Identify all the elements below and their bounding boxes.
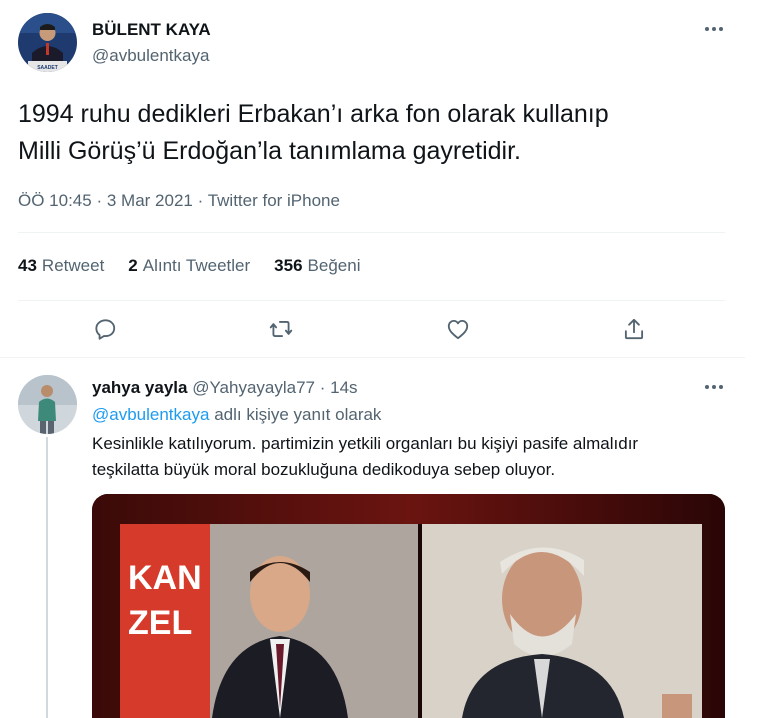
reply-text-line-2: teşkilatta büyük moral bozukluğuna dedik… xyxy=(92,460,556,479)
replying-to: @avbulentkaya adlı kişiye yanıt olarak xyxy=(92,405,381,425)
reply-text-line-1: Kesinlikle katılıyorum. partimizin yetki… xyxy=(92,434,639,453)
avatar-badge-text: SAADET xyxy=(37,65,58,71)
media-image: KAN ZEL xyxy=(92,494,725,718)
author-avatar-image: SAADET xyxy=(18,13,77,72)
share-icon xyxy=(624,318,644,340)
media-caption-1: KAN xyxy=(128,559,202,597)
retweet-count-label: Retweet xyxy=(41,256,105,275)
share-button[interactable] xyxy=(621,316,651,346)
tweet-stats: 43 Retweet 2 Alıntı Tweetler 356 Beğeni xyxy=(18,256,384,276)
meta-separator: · xyxy=(319,378,326,397)
author-handle[interactable]: @avbulentkaya xyxy=(92,46,209,66)
author-name[interactable]: BÜLENT KAYA xyxy=(92,20,211,40)
reply-avatar-image xyxy=(18,375,77,434)
reply-author-handle[interactable]: @Yahyayayla77 xyxy=(192,378,315,397)
like-button[interactable] xyxy=(445,316,475,346)
like-count-label: Beğeni xyxy=(307,256,361,275)
tweet-source[interactable]: Twitter for iPhone xyxy=(208,191,340,210)
tweet-actions xyxy=(0,310,745,350)
reply-button[interactable] xyxy=(92,316,122,346)
replying-to-label: adlı kişiye yanıt olarak xyxy=(214,405,382,424)
tweet-text-line-2: Milli Görüş’ü Erdoğan’la tanımlama gayre… xyxy=(18,137,521,165)
like-count[interactable]: 356 Beğeni xyxy=(274,256,360,276)
quote-count-value: 2 xyxy=(128,256,138,275)
retweet-count[interactable]: 43 Retweet xyxy=(18,256,104,276)
divider xyxy=(18,300,725,301)
tweet-metadata: ÖÖ 10:45 · 3 Mar 2021 · Twitter for iPho… xyxy=(18,191,340,211)
reply-header: yahya yayla @Yahyayayla77 · 14s xyxy=(92,378,358,398)
reply-more-options-icon[interactable] xyxy=(699,377,729,397)
retweet-icon xyxy=(269,321,293,337)
quote-count[interactable]: 2 Alıntı Tweetler xyxy=(128,256,250,276)
divider xyxy=(18,232,725,233)
quote-count-label: Alıntı Tweetler xyxy=(142,256,251,275)
like-count-value: 356 xyxy=(274,256,303,275)
main-tweet: SAADET BÜLENT KAYA @avbulentkaya 1994 ru… xyxy=(0,0,745,358)
reply-icon xyxy=(95,319,116,340)
like-icon xyxy=(447,319,469,340)
media-caption-2: ZEL xyxy=(128,604,192,642)
reply-time[interactable]: 14s xyxy=(330,378,357,397)
reply-text: Kesinlikle katılıyorum. partimizin yetki… xyxy=(92,431,732,483)
reply-author-name[interactable]: yahya yayla xyxy=(92,378,187,397)
retweet-count-value: 43 xyxy=(18,256,37,275)
author-avatar[interactable]: SAADET xyxy=(18,13,77,72)
more-options-icon[interactable] xyxy=(699,19,729,39)
reply-author-avatar[interactable] xyxy=(18,375,77,434)
replying-to-link[interactable]: @avbulentkaya xyxy=(92,405,209,424)
thread-line xyxy=(46,437,48,718)
meta-separator: · xyxy=(197,191,204,210)
meta-separator: · xyxy=(96,191,103,210)
tweet-text-line-1: 1994 ruhu dedikleri Erbakan’ı arka fon o… xyxy=(18,100,609,128)
tweet-date[interactable]: 3 Mar 2021 xyxy=(107,191,193,210)
reply-media[interactable]: KAN ZEL xyxy=(92,494,725,718)
retweet-button[interactable] xyxy=(268,316,298,346)
tweet-text: 1994 ruhu dedikleri Erbakan’ı arka fon o… xyxy=(18,96,718,170)
tweet-time[interactable]: ÖÖ 10:45 xyxy=(18,191,92,210)
